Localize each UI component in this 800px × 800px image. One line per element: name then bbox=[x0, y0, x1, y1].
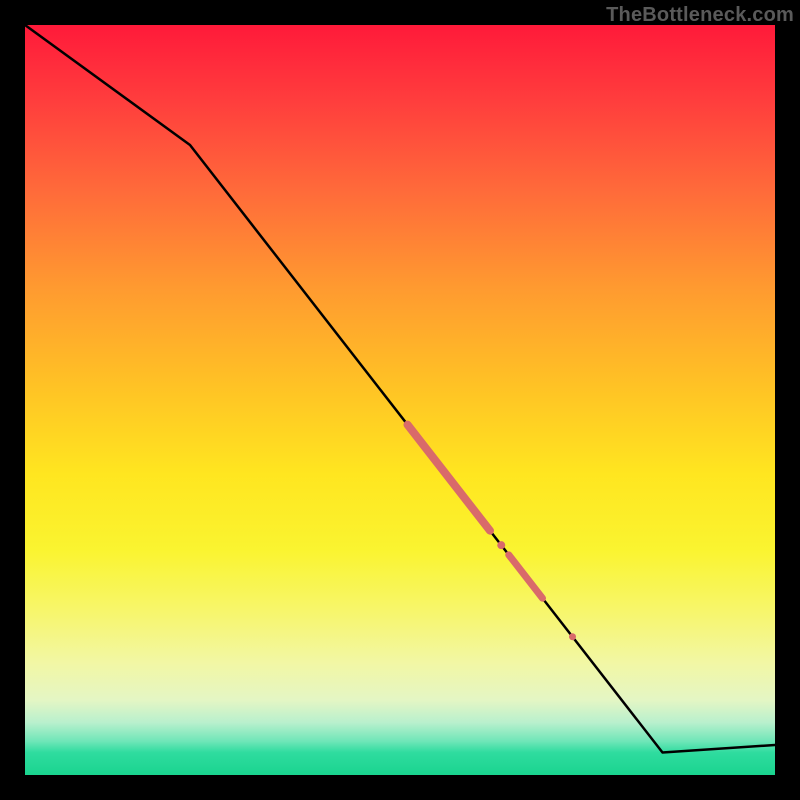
data-highlight-band bbox=[509, 555, 543, 598]
data-highlight-band bbox=[408, 425, 491, 531]
plot-area bbox=[25, 25, 775, 775]
data-point-marker bbox=[497, 541, 505, 549]
watermark-text: TheBottleneck.com bbox=[606, 4, 794, 27]
chart-frame: TheBottleneck.com bbox=[0, 0, 800, 800]
data-point-marker bbox=[569, 633, 576, 640]
chart-svg bbox=[25, 25, 775, 775]
bottleneck-line bbox=[25, 25, 775, 753]
